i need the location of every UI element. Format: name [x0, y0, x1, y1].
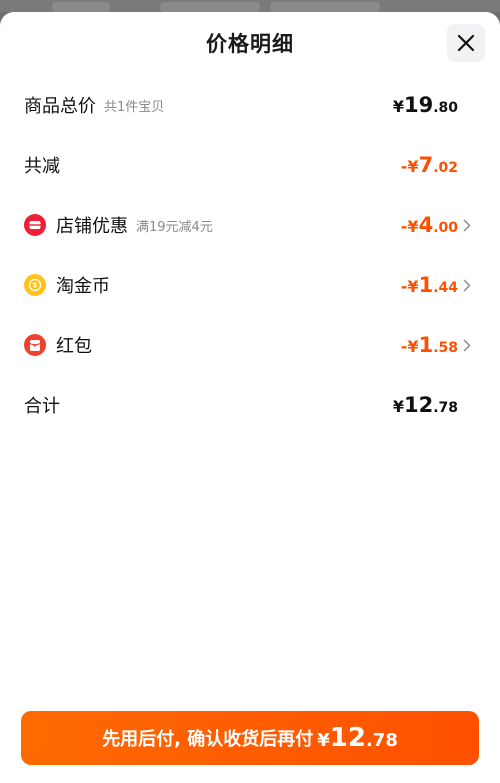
- store-discount-amount: -¥ 4 .00: [401, 213, 458, 237]
- close-icon: [457, 34, 475, 52]
- total-row: 合计 ¥ 12 .78: [24, 390, 473, 420]
- red-packet-amount: -¥ 1 .58: [401, 333, 458, 357]
- pay-button-amount: ¥ 12 .78: [317, 723, 398, 753]
- close-button[interactable]: [447, 24, 485, 62]
- amount-integer: 12: [329, 723, 366, 753]
- background-ghost-block: [52, 2, 110, 12]
- gold-coin-icon: [24, 274, 46, 296]
- amount-integer: 1: [418, 333, 434, 357]
- amount-decimal: .58: [433, 340, 458, 356]
- subtotal-amount: ¥ 19 .80: [393, 93, 458, 117]
- total-discount-amount: -¥ 7 .02: [401, 153, 458, 177]
- red-packet-label: 红包: [56, 336, 92, 357]
- amount-decimal: .00: [433, 220, 458, 236]
- sheet-title: 价格明细: [206, 32, 294, 56]
- total-amount: ¥ 12 .78: [393, 393, 458, 417]
- total-discount-label: 共减: [24, 156, 60, 177]
- subtotal-row: 商品总价 共1件宝贝 ¥ 19 .80: [24, 90, 473, 120]
- store-discount-label: 店铺优惠: [56, 216, 128, 237]
- amount-decimal: .80: [433, 100, 458, 116]
- red-packet-row[interactable]: 红包 -¥ 1 .58: [24, 330, 473, 360]
- taojinbi-label: 淘金币: [56, 276, 110, 297]
- amount-integer: 19: [403, 93, 434, 117]
- currency-sign: ¥: [317, 730, 330, 751]
- amount-decimal: .78: [433, 400, 458, 416]
- amount-decimal: .44: [433, 280, 458, 296]
- amount-decimal: .78: [365, 730, 398, 751]
- item-count-note: 共1件宝贝: [104, 99, 165, 115]
- background-ghost-block: [160, 2, 260, 12]
- subtotal-label: 商品总价: [24, 96, 96, 117]
- currency-sign: -¥: [400, 217, 419, 236]
- store-coupon-icon: [24, 214, 46, 236]
- chevron-right-icon: [463, 218, 473, 232]
- total-label: 合计: [24, 396, 60, 417]
- total-discount-row: 共减 -¥ 7 .02: [24, 150, 473, 180]
- taojinbi-amount: -¥ 1 .44: [401, 273, 458, 297]
- pay-later-confirm-button[interactable]: 先用后付, 确认收货后再付 ¥ 12 .78: [21, 711, 479, 765]
- chevron-right-icon: [463, 278, 473, 292]
- currency-sign: -¥: [400, 277, 419, 296]
- red-packet-icon: [24, 334, 46, 356]
- chevron-right-icon: [463, 338, 473, 352]
- amount-integer: 7: [418, 153, 434, 177]
- amount-integer: 12: [403, 393, 434, 417]
- background-ghost-block: [270, 2, 380, 12]
- amount-integer: 4: [418, 213, 434, 237]
- currency-sign: -¥: [400, 337, 419, 356]
- amount-decimal: .02: [433, 160, 458, 176]
- store-discount-rule: 满19元减4元: [136, 219, 213, 235]
- background-page-strip: [0, 0, 500, 12]
- price-detail-sheet: 价格明细 商品总价 共1件宝贝 ¥ 19 .80 共减 -¥ 7 .02 店铺优…: [0, 12, 500, 783]
- amount-integer: 1: [418, 273, 434, 297]
- currency-sign: ¥: [392, 397, 404, 416]
- taojinbi-row[interactable]: 淘金币 -¥ 1 .44: [24, 270, 473, 300]
- currency-sign: ¥: [392, 97, 404, 116]
- currency-sign: -¥: [400, 157, 419, 176]
- pay-button-text: 先用后付, 确认收货后再付: [102, 729, 314, 750]
- store-discount-row[interactable]: 店铺优惠 满19元减4元 -¥ 4 .00: [24, 210, 473, 240]
